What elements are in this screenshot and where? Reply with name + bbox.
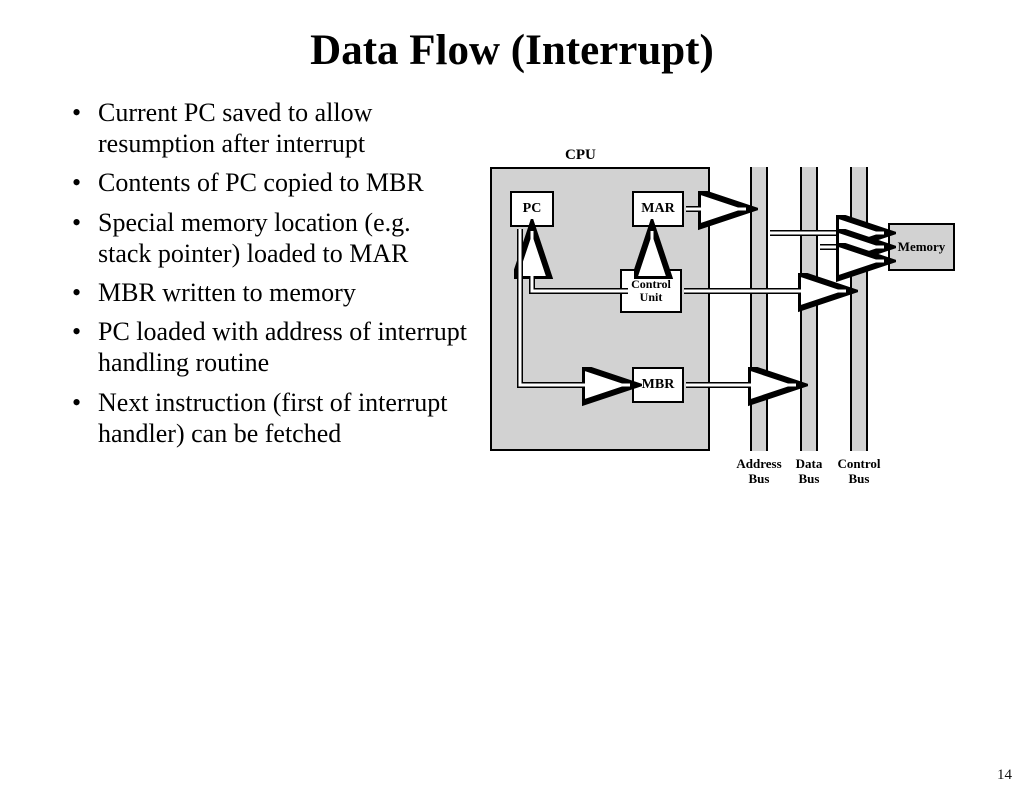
address-bus-line1: Address	[736, 456, 781, 471]
control-unit-line2: Unit	[640, 291, 663, 304]
pc-register: PC	[510, 191, 554, 227]
address-bus-line2: Bus	[749, 471, 770, 486]
diagram-container: CPU PC MAR Control Unit MBR Memory Addre…	[480, 97, 1024, 527]
control-bus-label: Control Bus	[829, 457, 889, 487]
slide-title: Data Flow (Interrupt)	[0, 26, 1024, 75]
bullet-item: MBR written to memory	[98, 277, 470, 308]
page-number: 14	[997, 767, 1012, 784]
mar-register: MAR	[632, 191, 684, 227]
memory-box: Memory	[888, 223, 955, 271]
control-bus-line1: Control	[837, 456, 880, 471]
cpu-diagram: CPU PC MAR Control Unit MBR Memory Addre…	[480, 147, 980, 527]
control-bus-line2: Bus	[849, 471, 870, 486]
bullet-list: Current PC saved to allow resumption aft…	[0, 97, 480, 527]
bullet-item: Contents of PC copied to MBR	[98, 167, 470, 198]
bullet-item: Special memory location (e.g. stack poin…	[98, 207, 470, 269]
content-row: Current PC saved to allow resumption aft…	[0, 97, 1024, 527]
data-bus	[800, 167, 818, 451]
mbr-register: MBR	[632, 367, 684, 403]
control-unit: Control Unit	[620, 269, 682, 313]
data-bus-line1: Data	[796, 456, 823, 471]
bullet-item: Current PC saved to allow resumption aft…	[98, 97, 470, 159]
bullet-item: PC loaded with address of interrupt hand…	[98, 316, 470, 378]
cpu-label: CPU	[565, 147, 596, 164]
control-bus	[850, 167, 868, 451]
data-bus-line2: Bus	[799, 471, 820, 486]
address-bus	[750, 167, 768, 451]
bullet-item: Next instruction (first of interrupt han…	[98, 387, 470, 449]
